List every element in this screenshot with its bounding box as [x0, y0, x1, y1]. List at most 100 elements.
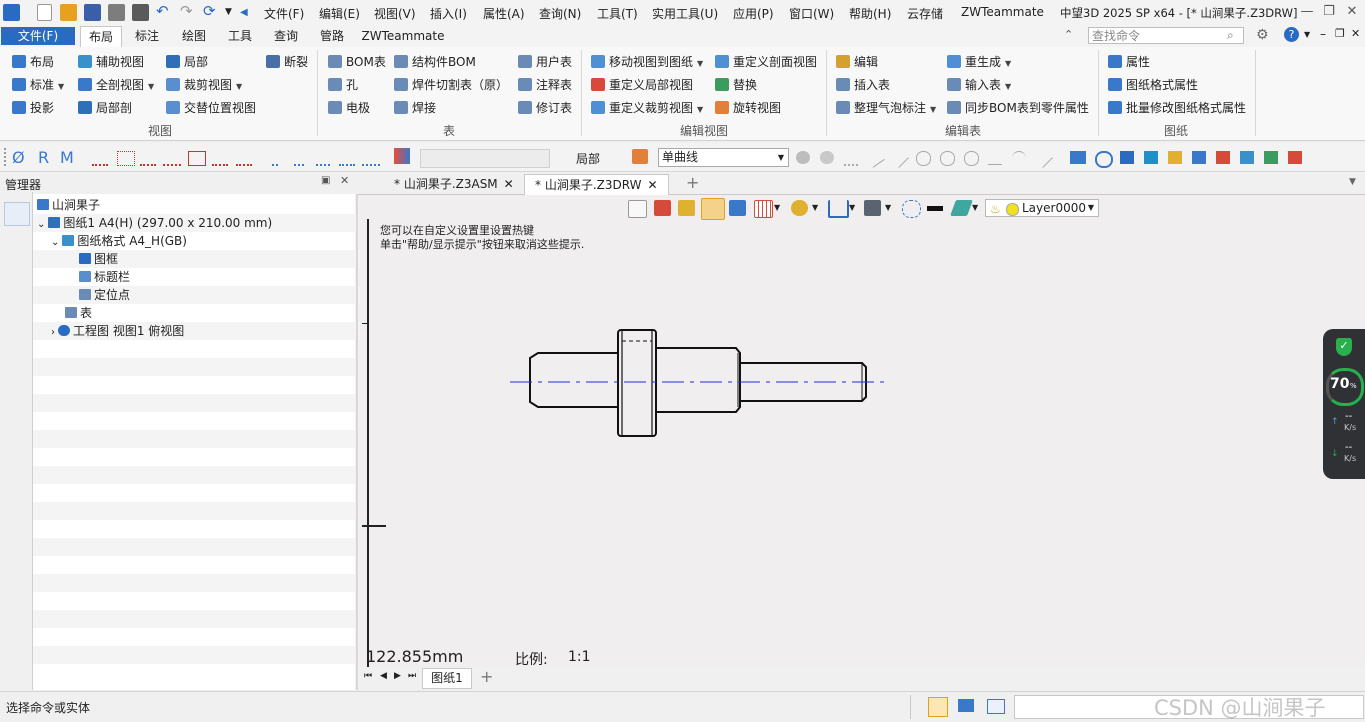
arrange-balloons-dropdown-icon[interactable]: ▼ — [930, 105, 936, 114]
slope-line-icon[interactable] — [889, 148, 909, 168]
user-table-button[interactable]: 用户表 — [516, 52, 572, 72]
redefine-crop-button[interactable]: 重定义裁剪视图 ▼ — [589, 98, 703, 118]
doc-restore-icon[interactable]: ❐ — [1335, 27, 1345, 40]
canvas-clear-icon[interactable] — [678, 200, 695, 216]
import-table-button[interactable]: 输入表 ▼ — [945, 75, 1011, 95]
close-icon[interactable]: ✕ — [504, 177, 514, 191]
bom-table-button[interactable]: BOM表 — [326, 52, 386, 72]
edit-table-button[interactable]: 编辑 — [834, 52, 878, 72]
diameter-icon[interactable]: Ø — [12, 148, 25, 167]
tab-list-dropdown-icon[interactable]: ▼ — [1349, 177, 1356, 187]
lightbulb-icon[interactable]: ♨ — [990, 201, 1001, 217]
aux-view-button[interactable]: 辅助视图 — [76, 52, 144, 72]
circle-2-icon[interactable] — [964, 151, 979, 166]
decimal-4-icon[interactable] — [339, 151, 355, 166]
tree-node-table[interactable]: 表 — [33, 304, 387, 322]
hole-table-button[interactable]: 孔 — [326, 75, 358, 95]
ribbon-collapse-icon[interactable]: ⌃ — [1064, 28, 1073, 41]
circle-center-icon[interactable] — [916, 151, 931, 166]
canvas-display-icon[interactable] — [791, 200, 808, 216]
weld-table-button[interactable]: 焊接 — [392, 98, 436, 118]
partial-section-button[interactable]: 局部剖 — [76, 98, 132, 118]
precision-icon[interactable] — [92, 151, 108, 166]
crop-view-dropdown-icon[interactable]: ▼ — [236, 82, 242, 91]
canvas-select-icon[interactable] — [902, 200, 921, 218]
style-filter-icon[interactable] — [394, 148, 410, 164]
tab-piping[interactable]: 管路 — [311, 26, 353, 46]
menu-utilities[interactable]: 实用工具(U) — [652, 5, 718, 22]
radius-icon[interactable]: R — [38, 148, 49, 167]
view-tool-10-icon[interactable] — [1288, 151, 1302, 164]
gear-icon[interactable]: ⚙ — [1256, 27, 1269, 43]
chevron-right-icon[interactable]: › — [51, 327, 55, 338]
circle-icon[interactable] — [940, 151, 955, 166]
play-icon[interactable] — [820, 151, 834, 164]
redefine-crop-dropdown-icon[interactable]: ▼ — [697, 105, 703, 114]
weld-cut-table-button[interactable]: 焊件切割表（原） — [392, 75, 508, 95]
canvas-snap-icon[interactable] — [729, 200, 746, 216]
layout-button[interactable]: 布局 — [10, 52, 54, 72]
menu-view[interactable]: 视图(V) — [374, 5, 416, 22]
pane-close-icon[interactable]: ✕ — [340, 174, 349, 187]
grid-dropdown-icon[interactable]: ▼ — [774, 203, 780, 212]
revision-table-button[interactable]: 修订表 — [516, 98, 572, 118]
arc-icon[interactable] — [1012, 151, 1026, 165]
next-sheet-icon[interactable]: ▶ — [394, 671, 401, 681]
canvas-shade-icon[interactable] — [864, 200, 881, 216]
status-display-icon[interactable] — [958, 699, 974, 712]
sync-bom-button[interactable]: 同步BOM表到零件属性 — [945, 98, 1089, 118]
decimal-3-icon[interactable] — [316, 151, 330, 166]
decimal-2-icon[interactable] — [294, 151, 304, 166]
doc-minimize-icon[interactable]: – — [1320, 27, 1326, 41]
doc-tab-drw[interactable]: * 山涧果子.Z3DRW ✕ — [524, 174, 669, 195]
linetype-dropdown-icon[interactable]: ▼ — [778, 149, 784, 166]
canvas-linewidth-icon[interactable] — [927, 206, 943, 211]
sheet-format-props-button[interactable]: 图纸格式属性 — [1106, 75, 1198, 95]
dim-dropdown-icon[interactable]: ▼ — [849, 203, 855, 212]
pane-splitter[interactable] — [356, 194, 358, 690]
close-icon[interactable]: ✕ — [647, 178, 657, 192]
redefine-detail-button[interactable]: 重定义局部视图 — [589, 75, 693, 95]
chevron-down-icon[interactable]: ⌄ — [37, 219, 45, 230]
tab-query[interactable]: 查询 — [265, 26, 307, 46]
alt-position-view-button[interactable]: 交替位置视图 — [164, 98, 256, 118]
batch-format-button[interactable]: 批量修改图纸格式属性 — [1106, 98, 1246, 118]
add-sheet-icon[interactable]: + — [480, 667, 493, 686]
detail-view-button[interactable]: 局部 — [164, 52, 208, 72]
new-file-icon[interactable] — [37, 4, 52, 21]
history-tab-icon[interactable] — [4, 202, 30, 226]
regenerate-button[interactable]: 重生成 ▼ — [945, 52, 1011, 72]
layer-dropdown-icon[interactable]: ▼ — [1088, 200, 1094, 216]
tab-annotate[interactable]: 标注 — [126, 26, 168, 46]
tree-node-view[interactable]: › 工程图 视图1 俯视图 — [33, 322, 373, 340]
print-preview-icon[interactable] — [132, 4, 149, 21]
print-icon[interactable] — [108, 4, 125, 21]
prev-sheet-icon[interactable]: ◀ — [380, 671, 387, 681]
move-view-dropdown-icon[interactable]: ▼ — [697, 59, 703, 68]
menu-zwteammate[interactable]: ZWTeammate — [961, 5, 1044, 19]
line-icon[interactable] — [865, 148, 885, 168]
structure-bom-button[interactable]: 结构件BOM — [392, 52, 476, 72]
save-icon[interactable] — [84, 4, 101, 21]
inspection-icon[interactable] — [236, 151, 252, 166]
import-table-dropdown-icon[interactable]: ▼ — [1005, 82, 1011, 91]
canvas-brush-icon[interactable] — [654, 200, 671, 216]
status-list-icon[interactable] — [987, 699, 1005, 714]
redefine-section-button[interactable]: 重定义剖面视图 — [713, 52, 817, 72]
reference-icon[interactable] — [212, 151, 228, 166]
menu-query[interactable]: 查询(N) — [539, 5, 581, 22]
sheet-tab-1[interactable]: 图纸1 — [422, 668, 472, 689]
full-section-dropdown-icon[interactable]: ▼ — [148, 82, 154, 91]
menu-help[interactable]: 帮助(H) — [849, 5, 891, 22]
spline-icon[interactable] — [988, 151, 1002, 165]
undo-icon[interactable]: ↶ — [156, 4, 173, 21]
search-icon[interactable]: ⌕ — [1227, 28, 1234, 43]
tree-node-sheet-format[interactable]: ⌄ 图纸格式 A4_H(GB) — [33, 232, 373, 250]
view-tool-9-icon[interactable] — [1264, 151, 1278, 164]
minimize-icon[interactable]: — — [1298, 4, 1316, 20]
canvas-exit-icon[interactable] — [628, 200, 647, 218]
menu-edit[interactable]: 编辑(E) — [319, 5, 360, 22]
menu-tools[interactable]: 工具(T) — [597, 5, 638, 22]
help-dropdown-icon[interactable]: ▼ — [1304, 30, 1310, 39]
pane-pin-icon[interactable]: ▣ — [321, 175, 330, 186]
